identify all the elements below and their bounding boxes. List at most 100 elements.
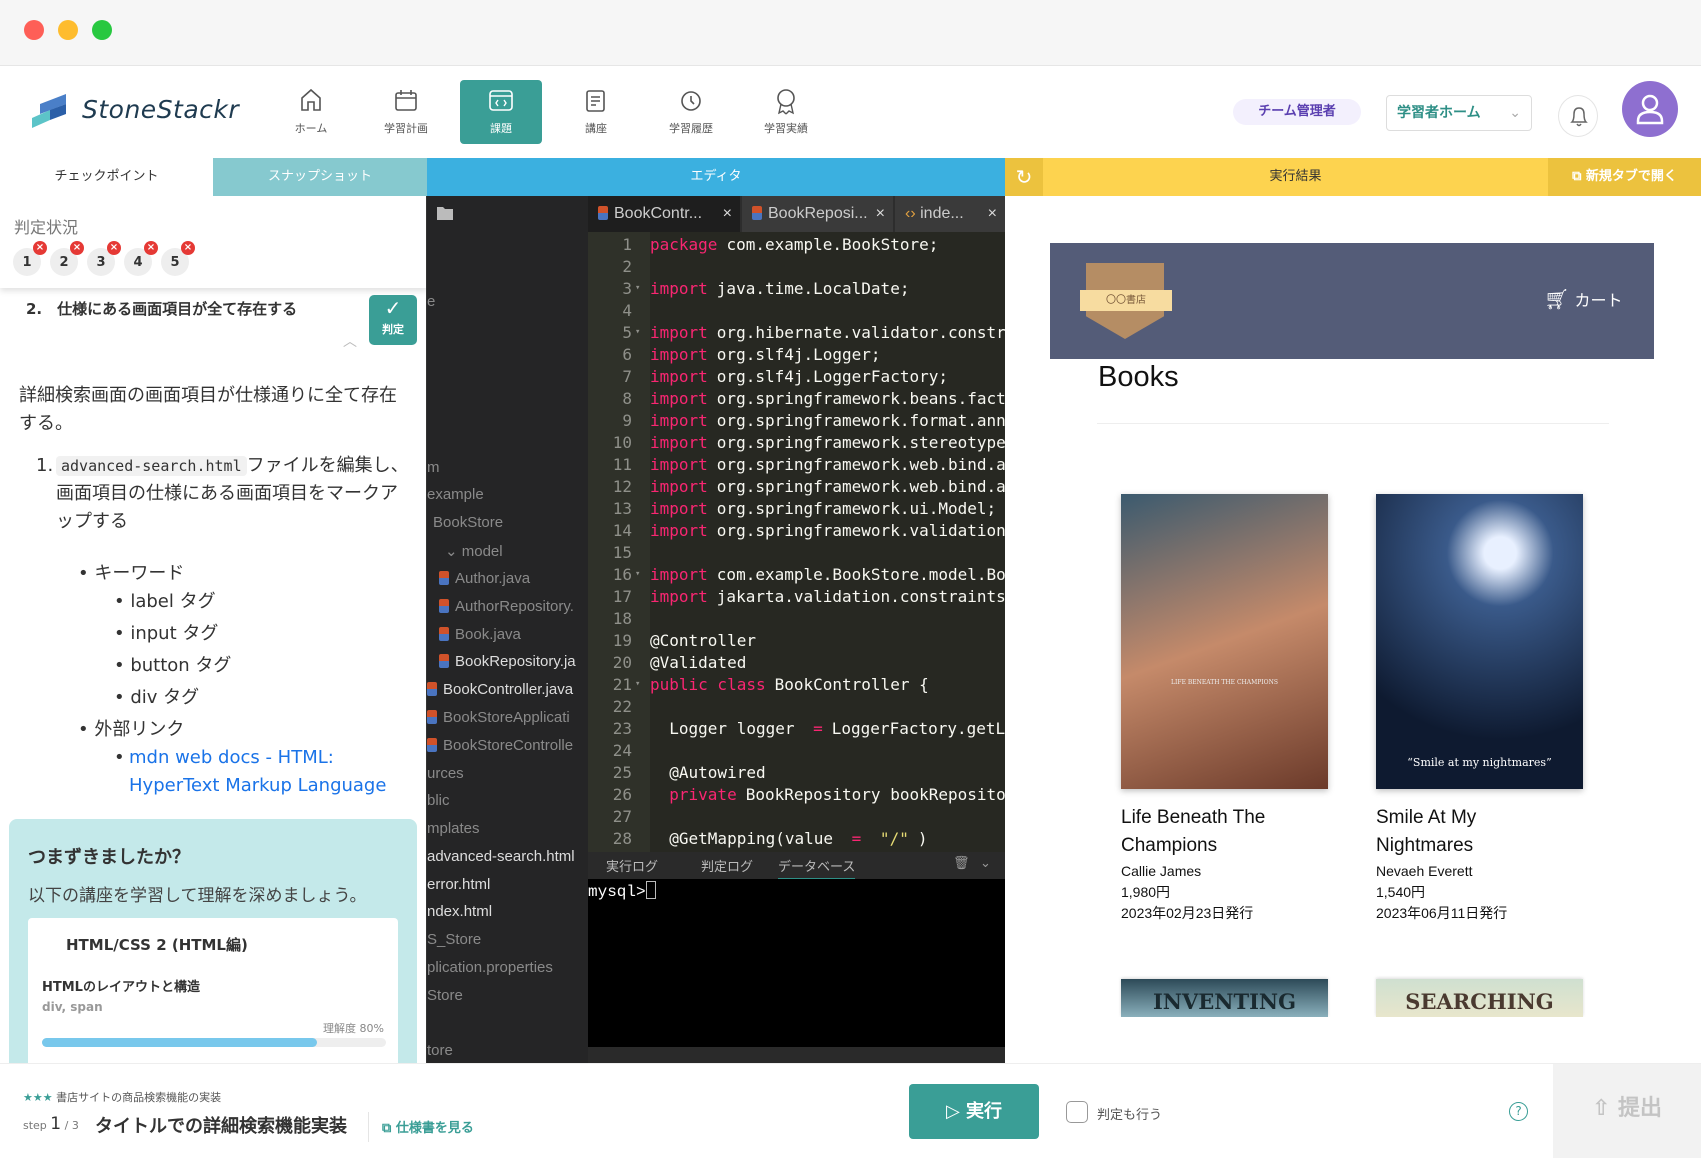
console-tab[interactable]: 実行ログ xyxy=(606,856,658,875)
nav-item-1[interactable]: 学習計画 xyxy=(365,80,447,144)
trash-icon[interactable]: 🗑 xyxy=(953,856,970,871)
fold-arrow-icon[interactable]: ▾ xyxy=(635,569,640,579)
check-status-3[interactable]: 3 × xyxy=(87,241,121,276)
maximize-window-button[interactable] xyxy=(92,20,112,40)
file-tree-item[interactable]: BookStore xyxy=(433,514,503,531)
check-status-2[interactable]: 2 × xyxy=(50,241,84,276)
check-status-4[interactable]: 4 × xyxy=(124,241,158,276)
line-number: 16 xyxy=(612,565,632,584)
book-author: Callie James xyxy=(1121,863,1202,879)
code-line: import org.springframework.ui.Model; xyxy=(650,499,996,518)
nav-item-2[interactable]: 課題 xyxy=(460,80,542,144)
file-tree-item[interactable]: blic xyxy=(427,792,450,809)
close-tab-icon[interactable]: × xyxy=(723,196,732,232)
file-tree-item[interactable]: ⌄ model xyxy=(445,542,503,560)
close-tab-icon[interactable]: × xyxy=(876,196,885,232)
file-tree-item[interactable]: ndex.html xyxy=(427,903,492,920)
divider xyxy=(1097,423,1609,424)
file-tree-item[interactable]: advanced-search.html xyxy=(427,848,575,865)
judge-button[interactable]: ✓ 判定 xyxy=(369,295,417,345)
file-tree-item[interactable]: BookController.java xyxy=(427,681,573,698)
check-number: 5 xyxy=(170,255,180,270)
submit-button[interactable]: ⇧ 提出 xyxy=(1553,1064,1701,1158)
home-select[interactable]: 学習者ホーム ⌄ xyxy=(1386,95,1532,131)
file-tree-item[interactable]: AuthorRepository. xyxy=(439,598,574,615)
console-tab[interactable]: 判定ログ xyxy=(701,856,753,875)
file-tree-item[interactable]: BookStoreControlle xyxy=(427,737,573,754)
file-tree-item[interactable]: plication.properties xyxy=(427,959,553,976)
tab-checkpoint[interactable]: チェックポイント xyxy=(0,158,213,196)
code-token: com.example.BookStore.model.Bo xyxy=(716,565,1005,584)
fold-arrow-icon[interactable]: ▾ xyxy=(635,679,640,689)
keyword-token: import xyxy=(650,433,708,452)
minimize-window-button[interactable] xyxy=(58,20,78,40)
chevron-down-icon[interactable]: ⌄ xyxy=(980,856,991,871)
file-tree-item[interactable]: S_Store xyxy=(427,931,481,948)
collapse-chevron-icon[interactable]: ︿ xyxy=(343,331,357,351)
folder-icon[interactable] xyxy=(437,206,453,220)
nav-label: 課題 xyxy=(490,122,512,135)
editor-tab[interactable]: ‹› inde... × xyxy=(895,196,1005,232)
keyword-token: import xyxy=(650,499,708,518)
file-tree-item[interactable]: Store xyxy=(427,987,463,1004)
editor-tab[interactable]: BookReposi... × xyxy=(742,196,893,232)
book-title[interactable]: Smile At My Nightmares xyxy=(1376,804,1556,860)
file-tree-item[interactable]: BookRepository.ja xyxy=(439,653,576,670)
file-tree-item[interactable]: Book.java xyxy=(439,626,521,643)
mdn-link[interactable]: mdn web docs - HTML: HyperText Markup La… xyxy=(129,744,394,800)
reload-button[interactable]: ↻ xyxy=(1005,158,1043,196)
open-new-tab-button[interactable]: ⧉ 新規タブで開く xyxy=(1548,158,1701,196)
notification-button[interactable] xyxy=(1558,95,1598,137)
file-tree-item[interactable]: BookStoreApplicati xyxy=(427,709,570,726)
book-cover[interactable]: LIFE BENEATH THE CHAMPIONS xyxy=(1121,494,1328,789)
file-tree-item[interactable]: m xyxy=(427,459,440,476)
book-cover[interactable]: INVENTING xyxy=(1121,979,1328,1017)
file-tree-item[interactable]: Author.java xyxy=(439,570,530,587)
file-tree-item[interactable]: urces xyxy=(427,765,464,782)
code-editor[interactable]: 1 2 3 ▾ 4 5 ▾ 6 7 8 9 10 11 12 13 14 15 16 ▾ 17 18 19 20 21 ▾ 22 2… xyxy=(588,232,1005,852)
line-number: 8 xyxy=(622,389,632,408)
file-tree-item[interactable]: tore xyxy=(427,1042,453,1059)
database-console[interactable]: mysql> xyxy=(588,879,1005,1047)
line-number: 24 xyxy=(612,741,632,760)
line-number: 15 xyxy=(612,543,632,562)
course-card[interactable]: HTML/CSS 2 (HTML編) HTMLのレイアウトと構造 div, sp… xyxy=(28,918,398,1063)
code-token: @Autowired xyxy=(650,763,766,782)
avatar[interactable] xyxy=(1622,81,1678,137)
console-tab[interactable]: データベース xyxy=(778,856,856,880)
check-status-1[interactable]: 1 × xyxy=(13,241,47,276)
help-icon[interactable]: ? xyxy=(1509,1102,1528,1121)
check-status-5[interactable]: 5 × xyxy=(161,241,195,276)
fold-arrow-icon[interactable]: ▾ xyxy=(635,283,640,293)
run-button[interactable]: ▷ 実行 xyxy=(909,1084,1039,1139)
close-window-button[interactable] xyxy=(24,20,44,40)
submit-label: 提出 xyxy=(1618,1096,1663,1121)
close-tab-icon[interactable]: × xyxy=(988,196,997,232)
file-tree-item[interactable]: error.html xyxy=(427,876,490,893)
nav-item-5[interactable]: 学習実績 xyxy=(745,80,827,144)
role-badge[interactable]: チーム管理者 xyxy=(1233,99,1361,125)
book-title[interactable]: Life Beneath The Champions xyxy=(1121,804,1301,860)
book-cover[interactable]: SEARCHING xyxy=(1376,979,1583,1017)
file-tree-item[interactable]: example xyxy=(427,486,484,503)
spec-link[interactable]: ⧉ 仕様書を見る xyxy=(382,1117,474,1136)
nav-item-0[interactable]: ホーム xyxy=(270,80,352,144)
tab-snapshot[interactable]: スナップショット xyxy=(213,158,427,196)
window-titlebar xyxy=(0,0,1701,66)
file-tree-item[interactable]: mplates xyxy=(427,820,480,837)
line-number: 20 xyxy=(612,653,632,672)
nav-item-3[interactable]: 講座 xyxy=(555,80,637,144)
judge-too-checkbox[interactable] xyxy=(1066,1101,1088,1123)
code-line: import com.example.BookStore.model.Bo xyxy=(650,565,1005,584)
fold-arrow-icon[interactable]: ▾ xyxy=(635,327,640,337)
book-cover[interactable]: “Smile at my nightmares” xyxy=(1376,494,1583,789)
help-text: 以下の講座を学習して理解を深めましょう。 xyxy=(28,886,367,906)
file-name: example xyxy=(427,486,484,503)
file-tree-item[interactable]: e xyxy=(427,293,435,310)
line-number: 21 xyxy=(612,675,632,694)
nav-item-4[interactable]: 学習履歴 xyxy=(650,80,732,144)
cart-link[interactable]: 🛒︎ カート xyxy=(1544,287,1623,311)
code-token: org.springframework.beans.fact xyxy=(716,389,1005,408)
editor-tab[interactable]: BookContr... × xyxy=(588,196,740,232)
file-name-code: advanced-search.html xyxy=(56,456,247,476)
